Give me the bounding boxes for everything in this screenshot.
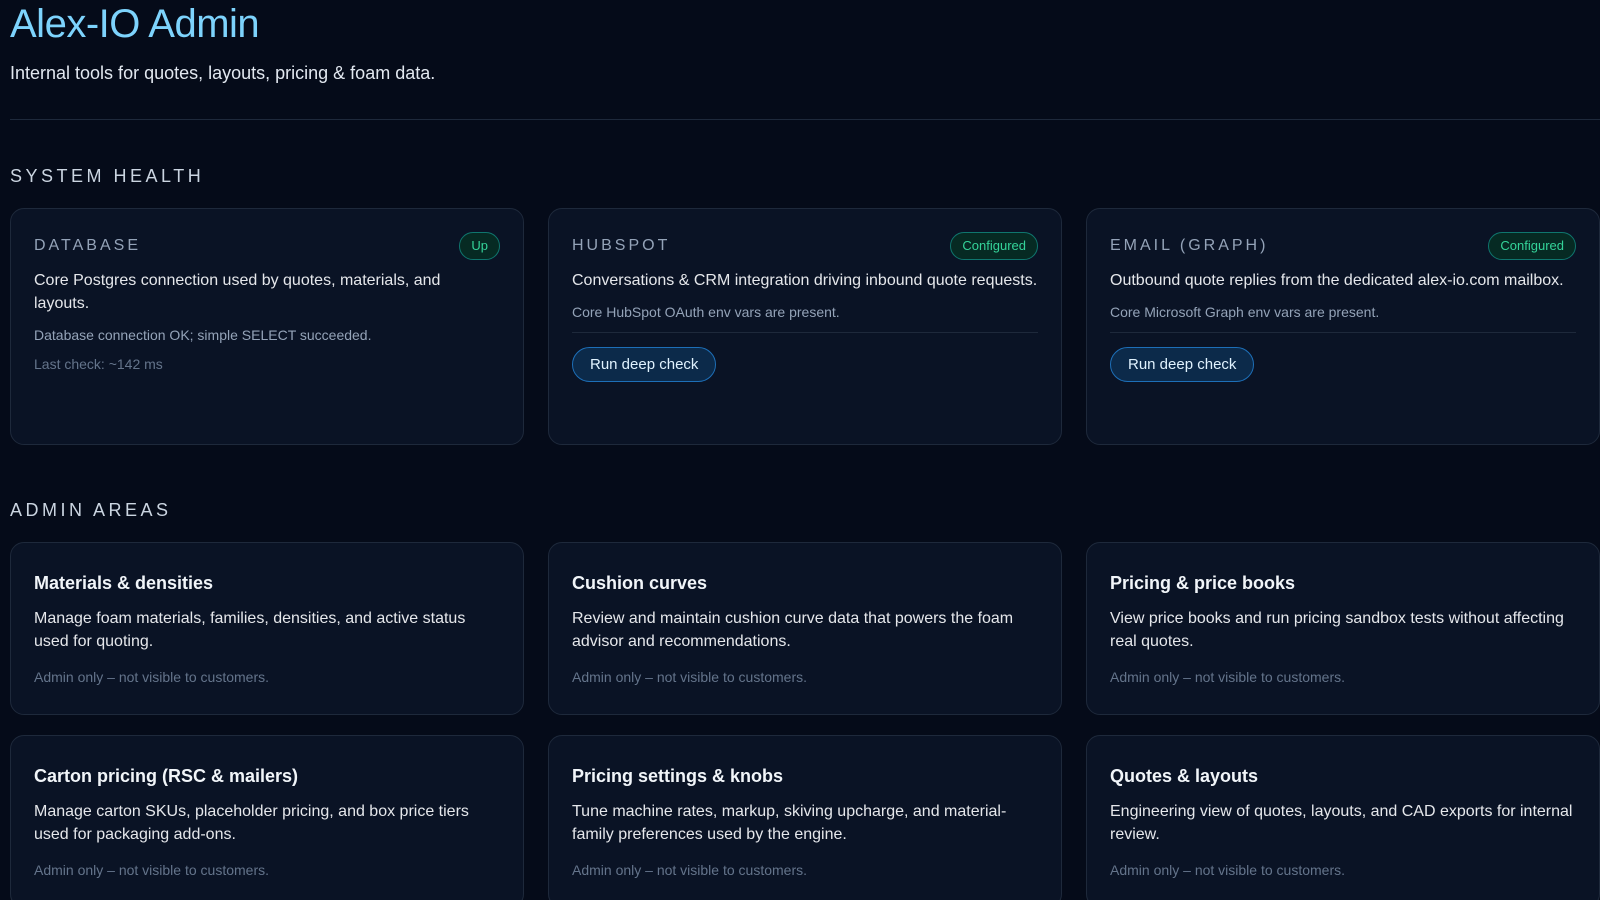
admin-card-description: Engineering view of quotes, layouts, and…: [1110, 803, 1573, 843]
page-title: Alex-IO Admin: [10, 2, 260, 46]
health-card-hubspot: HUBSPOT Configured Conversations & CRM i…: [548, 208, 1062, 445]
admin-card-title: Quotes & layouts: [1110, 766, 1259, 786]
admin-card-note: Admin only – not visible to customers.: [1110, 669, 1345, 685]
system-health-grid: DATABASE Up Core Postgres connection use…: [10, 208, 1600, 445]
health-card-description: Core Postgres connection used by quotes,…: [34, 272, 441, 312]
admin-card-materials-densities[interactable]: Materials & densities Manage foam materi…: [10, 542, 524, 715]
run-deep-check-button-hubspot[interactable]: Run deep check: [572, 347, 717, 382]
admin-page: Alex-IO Admin Internal tools for quotes,…: [0, 0, 1600, 900]
health-card-label: EMAIL (GRAPH): [1110, 237, 1269, 254]
admin-areas-heading: ADMIN AREAS: [10, 500, 172, 520]
admin-card-note: Admin only – not visible to customers.: [572, 862, 807, 878]
health-card-note: Core Microsoft Graph env vars are presen…: [1110, 304, 1380, 320]
health-card-header: HUBSPOT Configured: [572, 231, 1038, 261]
header-divider: [10, 119, 1600, 120]
health-card-header: EMAIL (GRAPH) Configured: [1110, 231, 1576, 261]
admin-card-title: Pricing & price books: [1110, 573, 1296, 593]
admin-card-title: Carton pricing (RSC & mailers): [34, 766, 299, 786]
admin-card-title: Pricing settings & knobs: [572, 766, 784, 786]
admin-card-description: Tune machine rates, markup, skiving upch…: [572, 803, 1007, 843]
admin-card-description: Manage foam materials, families, densiti…: [34, 610, 466, 650]
admin-card-description: Manage carton SKUs, placeholder pricing,…: [34, 803, 469, 843]
admin-card-note: Admin only – not visible to customers.: [34, 862, 269, 878]
admin-card-description: Review and maintain cushion curve data t…: [572, 610, 1014, 650]
page-subtitle: Internal tools for quotes, layouts, pric…: [10, 63, 436, 83]
admin-card-cushion-curves[interactable]: Cushion curves Review and maintain cushi…: [548, 542, 1062, 715]
health-card-database: DATABASE Up Core Postgres connection use…: [10, 208, 524, 445]
admin-card-carton-pricing[interactable]: Carton pricing (RSC & mailers) Manage ca…: [10, 735, 524, 900]
health-card-label: DATABASE: [34, 237, 141, 254]
health-card-note: Database connection OK; simple SELECT su…: [34, 327, 372, 343]
status-badge: Configured: [950, 232, 1038, 260]
admin-card-title: Materials & densities: [34, 573, 214, 593]
admin-areas-grid-row-2: Carton pricing (RSC & mailers) Manage ca…: [10, 735, 1600, 900]
health-card-divider: [1110, 332, 1576, 333]
status-badge: Up: [459, 232, 500, 260]
admin-card-title: Cushion curves: [572, 573, 708, 593]
admin-card-note: Admin only – not visible to customers.: [1110, 862, 1345, 878]
admin-card-note: Admin only – not visible to customers.: [572, 669, 807, 685]
health-card-header: DATABASE Up: [34, 231, 500, 261]
admin-card-note: Admin only – not visible to customers.: [34, 669, 269, 685]
health-card-description: Conversations & CRM integration driving …: [572, 272, 1038, 289]
health-card-latency: Last check: ~142 ms: [34, 356, 163, 372]
admin-card-pricing-price-books[interactable]: Pricing & price books View price books a…: [1086, 542, 1600, 715]
health-card-email-graph: EMAIL (GRAPH) Configured Outbound quote …: [1086, 208, 1600, 445]
health-card-description: Outbound quote replies from the dedicate…: [1110, 272, 1564, 289]
system-health-heading: SYSTEM HEALTH: [10, 166, 205, 186]
health-card-divider: [572, 332, 1038, 333]
admin-card-quotes-layouts[interactable]: Quotes & layouts Engineering view of quo…: [1086, 735, 1600, 900]
health-card-label: HUBSPOT: [572, 237, 671, 254]
admin-card-pricing-settings-knobs[interactable]: Pricing settings & knobs Tune machine ra…: [548, 735, 1062, 900]
status-badge: Configured: [1488, 232, 1576, 260]
admin-areas-grid-row-1: Materials & densities Manage foam materi…: [10, 542, 1600, 715]
admin-card-description: View price books and run pricing sandbox…: [1110, 610, 1564, 650]
run-deep-check-button-email[interactable]: Run deep check: [1110, 347, 1255, 382]
health-card-note: Core HubSpot OAuth env vars are present.: [572, 304, 840, 320]
